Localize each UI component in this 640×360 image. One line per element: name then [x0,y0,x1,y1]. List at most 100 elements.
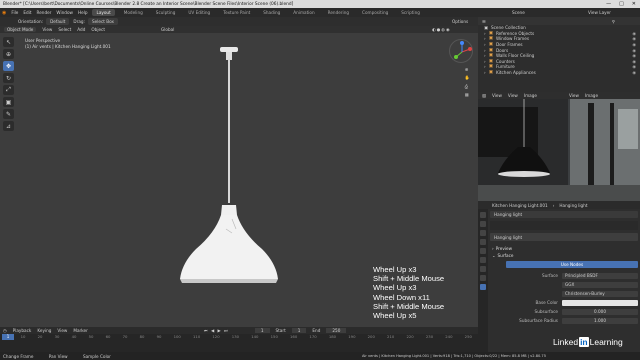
expand-chevron-icon[interactable]: › [484,31,486,36]
image-editor-render-preview[interactable]: ▧ View View Image View Image [478,92,640,201]
menu-image[interactable]: Image [524,93,537,98]
menu-playback[interactable]: Playback [13,328,32,333]
annotate-icon[interactable]: ✎ [3,109,14,119]
hanging-lamp-object[interactable] [160,43,300,283]
blender-logo-icon[interactable]: ◉ [2,10,6,16]
menu-add[interactable]: Add [77,27,85,32]
close-button[interactable]: ✕ [632,1,636,7]
visibility-eye-icon[interactable]: ◉ [632,42,636,47]
visibility-eye-icon[interactable]: ◉ [632,53,636,58]
properties-editor[interactable]: Hanging light Hanging light › Preview ⌄ … [478,209,640,352]
outliner-panel[interactable]: ☰ ⚲ ▣ Scene Collection › ▣ Reference Objec… [478,17,640,92]
property-value-field[interactable]: 0.000 [562,308,638,315]
menu-view[interactable]: View [492,93,502,98]
outliner-collection-row[interactable]: › ▣ Kitchen Appliances ◉ [478,70,640,76]
outliner-filter-icon[interactable]: ⚲ [612,19,615,24]
outliner-collection-row[interactable]: › ▣ Walls Floor Ceiling ◉ [478,53,640,59]
workspace-tab-uv-editing[interactable]: UV Editing [184,9,214,16]
menu-view-2[interactable]: View [508,93,518,98]
drag-dropdown[interactable]: Select Box [87,18,119,25]
options-dropdown[interactable]: Options [452,19,468,24]
surface-panel-header[interactable]: ⌄ Surface [490,252,638,259]
menu-view[interactable]: View [57,328,67,333]
workspace-tab-scripting[interactable]: Scripting [397,9,424,16]
current-frame-field[interactable]: 1 [254,328,270,333]
menu-help[interactable]: Help [78,10,88,15]
playback-controls[interactable]: ⏮ ◀ ▶ ⏭ [204,328,229,333]
material-slot-list-empty[interactable] [490,221,638,230]
property-value-field[interactable]: Principled BSDF [562,272,638,279]
visibility-eye-icon[interactable]: ◉ [632,48,636,53]
expand-chevron-icon[interactable]: › [484,48,486,53]
scene-tab-icon[interactable] [480,239,486,245]
material-name-field[interactable]: Hanging light [490,233,638,241]
expand-chevron-icon[interactable]: › [484,42,486,47]
expand-chevron-icon[interactable]: › [484,70,486,75]
start-frame-field[interactable]: 1 [291,328,307,333]
zoom-icon[interactable]: ⊕ [465,67,470,72]
render-tab-icon[interactable] [480,221,486,227]
outliner-collection-row[interactable]: › ▣ Reference Objects ◉ [478,31,640,37]
measure-icon[interactable]: ⊿ [3,121,14,131]
pan-icon[interactable]: ✋ [465,75,470,81]
orientation-dropdown[interactable]: Default [46,18,70,25]
cursor-icon[interactable]: ⊕ [3,49,14,59]
workspace-tab-animation[interactable]: Animation [289,9,318,16]
view-layer-selector[interactable]: View Layer [588,10,611,15]
menu-marker[interactable]: Marker [73,328,87,333]
camera-view-icon[interactable]: ⎙ [465,84,470,89]
shading-mode-icons[interactable]: ◐●◍◉ [432,27,451,32]
workspace-tab-layout[interactable]: Layout [92,9,115,16]
material-breadcrumb[interactable]: Hanging light [559,203,587,208]
workspace-tab-texture-paint[interactable]: Texture Paint [219,9,254,16]
visibility-eye-icon[interactable]: ◉ [632,70,636,75]
image-editor-type-icon[interactable]: ▧ [482,93,486,98]
mode-dropdown[interactable]: Object Mode [4,27,37,32]
workspace-tab-shading[interactable]: Shading [259,9,284,16]
menu-image-right[interactable]: Image [585,93,598,98]
workspace-tab-compositing[interactable]: Compositing [358,9,392,16]
end-frame-field[interactable]: 250 [326,328,347,333]
property-value-field[interactable] [562,299,638,306]
3d-viewport[interactable]: ↖ ⊕ ✥ ↻ ⤢ ▣ ✎ ⊿ User Perspective (1) Air… [0,33,478,327]
property-value-field[interactable]: Christensen-Burley [562,290,638,297]
object-breadcrumb[interactable]: Kitchen Hanging Light.001 [492,203,548,208]
expand-chevron-icon[interactable]: › [484,64,486,69]
modifier-tab-icon[interactable] [480,266,486,272]
visibility-eye-icon[interactable]: ◉ [632,64,636,69]
use-nodes-button[interactable]: Use Nodes [506,261,638,268]
rotate-icon[interactable]: ↻ [3,73,14,83]
menu-object[interactable]: Object [91,27,105,32]
material-slot-list-item[interactable]: Hanging light [490,211,638,218]
outliner-collection-row[interactable]: › ▣ Furniture ◉ [478,64,640,70]
menu-view[interactable]: View [42,27,52,32]
menu-select[interactable]: Select [58,27,71,32]
outliner-collection-row[interactable]: › ▣ Doors ◉ [478,47,640,53]
object-tab-icon[interactable] [480,257,486,263]
scene-collection-row[interactable]: ▣ Scene Collection [478,25,640,31]
world-tab-icon[interactable] [480,248,486,254]
transform-icon[interactable]: ▣ [3,97,14,107]
expand-chevron-icon[interactable]: › [484,53,486,58]
expand-chevron-icon[interactable]: › [484,59,486,64]
property-value-field[interactable]: GGX [562,281,638,288]
maximize-button[interactable]: □ [619,1,624,7]
tool-tab-icon[interactable] [480,212,486,218]
menu-edit[interactable]: Edit [23,10,31,15]
timeline-type-icon[interactable]: ◷ [3,328,7,333]
menu-view-right[interactable]: View [569,93,579,98]
constraint-tab-icon[interactable] [480,275,486,281]
material-tab-icon[interactable] [480,284,486,290]
preview-panel-header[interactable]: › Preview [490,245,638,252]
outliner-collection-row[interactable]: › ▣ Window Frames ◉ [478,36,640,42]
move-icon[interactable]: ✥ [3,61,14,71]
menu-render[interactable]: Render [37,10,52,15]
outliner-collection-row[interactable]: › ▣ Counters ◉ [478,59,640,65]
scene-selector[interactable]: Scene [512,10,525,15]
menu-file[interactable]: File [11,10,18,15]
perspective-toggle-icon[interactable]: ▦ [465,92,470,97]
outliner-type-icon[interactable]: ☰ [482,19,486,24]
visibility-eye-icon[interactable]: ◉ [632,36,636,41]
transform-orientation-dropdown[interactable]: Global [161,27,174,32]
visibility-eye-icon[interactable]: ◉ [632,31,636,36]
